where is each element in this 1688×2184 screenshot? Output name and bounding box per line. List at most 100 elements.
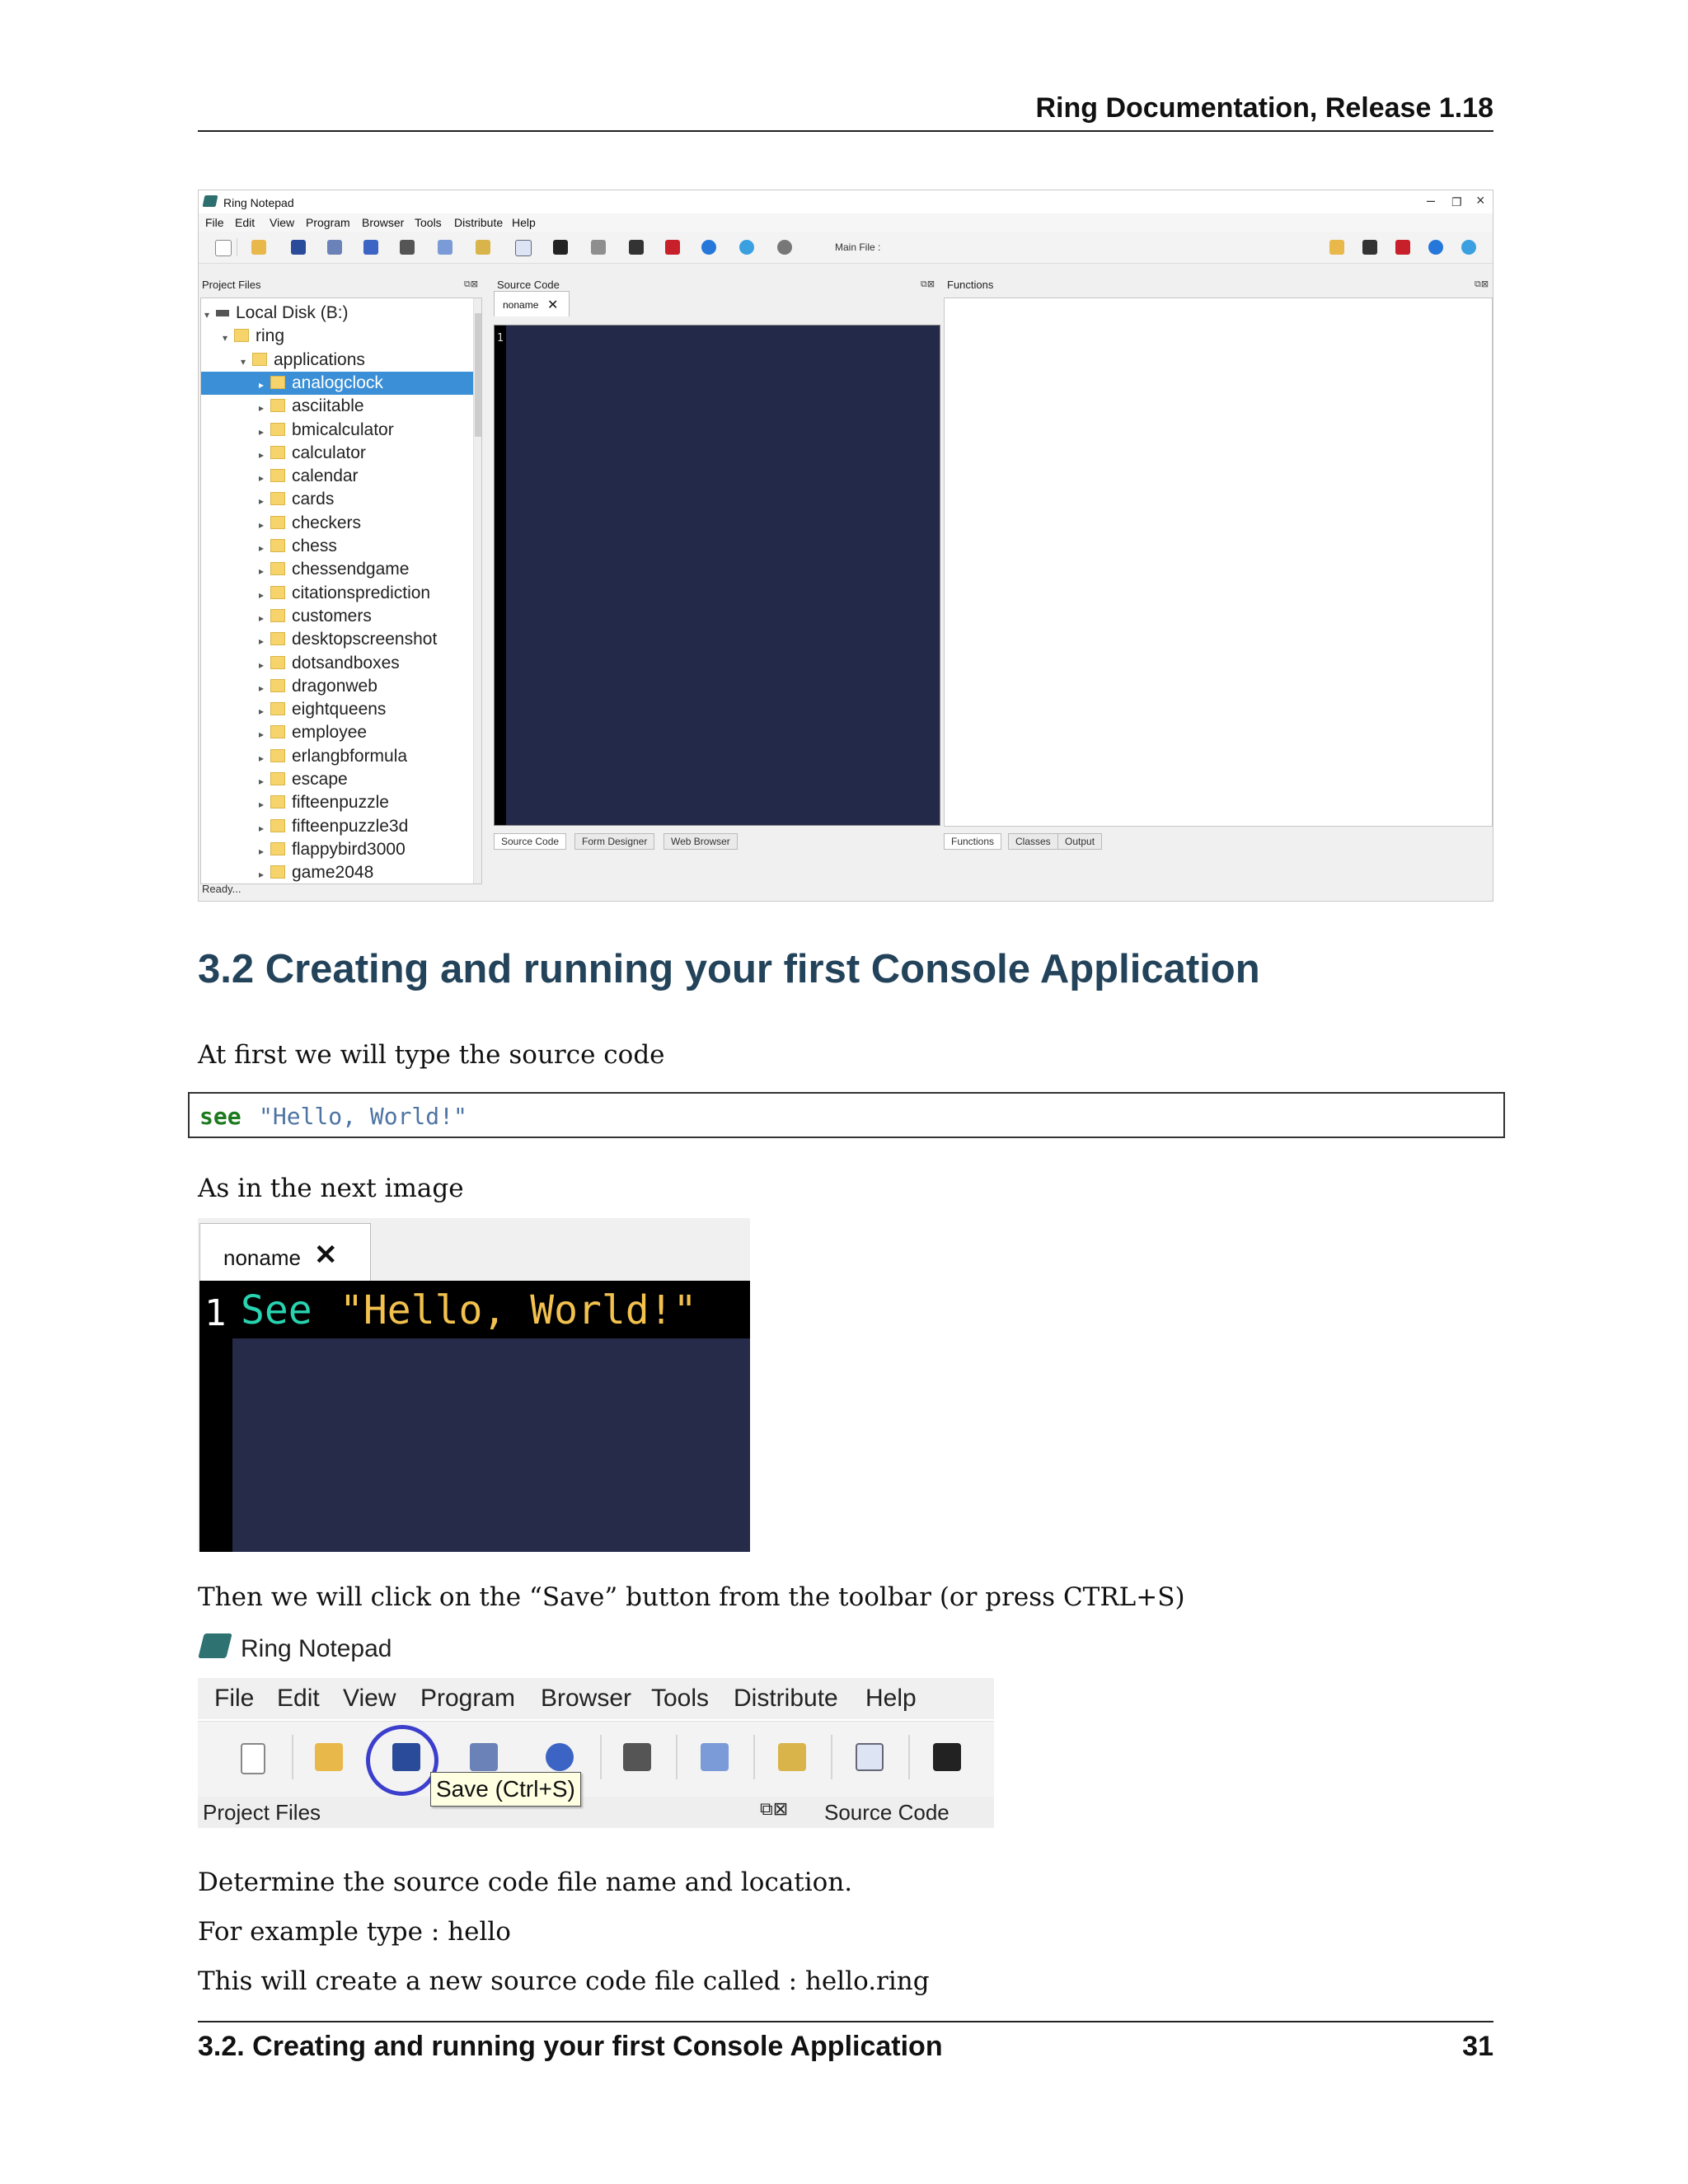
- run-icon[interactable]: [701, 240, 716, 255]
- menu-distribute[interactable]: Distribute: [734, 1685, 838, 1713]
- expanded-arrow-icon[interactable]: ▾: [204, 303, 216, 326]
- menu-file[interactable]: File: [205, 216, 224, 229]
- tree-item[interactable]: ▾ ring: [201, 325, 465, 348]
- undo-icon[interactable]: [546, 1743, 574, 1771]
- tree-item[interactable]: ▸ citationsprediction: [201, 582, 465, 605]
- open-folder-icon[interactable]: [251, 240, 266, 255]
- collapsed-arrow-icon[interactable]: ▸: [259, 420, 270, 443]
- tree-item[interactable]: ▸ fifteenpuzzle3d: [201, 815, 465, 838]
- menu-tools[interactable]: Tools: [651, 1685, 709, 1713]
- collapsed-arrow-icon[interactable]: ▸: [259, 654, 270, 677]
- run-browser-icon[interactable]: [739, 240, 754, 255]
- tree-item[interactable]: ▸ employee: [201, 721, 465, 744]
- cut-icon[interactable]: [623, 1743, 651, 1771]
- color-icon[interactable]: [933, 1743, 961, 1771]
- tree-item[interactable]: ▸ checkers: [201, 512, 465, 535]
- collapsed-arrow-icon[interactable]: ▸: [259, 583, 270, 607]
- collapsed-arrow-icon[interactable]: ▸: [259, 840, 270, 863]
- collapsed-arrow-icon[interactable]: ▸: [259, 630, 270, 653]
- tree-item[interactable]: ▾ Local Disk (B:): [201, 302, 465, 325]
- tree-item[interactable]: ▸ cards: [201, 488, 465, 511]
- copy-icon[interactable]: [701, 1743, 729, 1771]
- tab-classes[interactable]: Classes: [1008, 833, 1058, 850]
- find-icon[interactable]: [629, 240, 644, 255]
- tab-source-code[interactable]: Source Code: [494, 833, 567, 850]
- menu-edit[interactable]: Edit: [235, 216, 255, 229]
- paste-icon[interactable]: [778, 1743, 806, 1771]
- main-debug-icon[interactable]: [1395, 240, 1410, 255]
- collapsed-arrow-icon[interactable]: ▸: [259, 677, 270, 700]
- code-editor[interactable]: 1: [494, 325, 940, 826]
- menu-program[interactable]: Program: [306, 216, 350, 229]
- new-file-icon[interactable]: [215, 240, 232, 256]
- collapsed-arrow-icon[interactable]: ▸: [259, 723, 270, 746]
- debug-icon[interactable]: [665, 240, 680, 255]
- tree-item[interactable]: ▸ flappybird3000: [201, 838, 465, 861]
- collapsed-arrow-icon[interactable]: ▸: [259, 466, 270, 490]
- collapsed-arrow-icon[interactable]: ▸: [259, 373, 270, 396]
- undo-icon[interactable]: [363, 240, 378, 255]
- expanded-arrow-icon[interactable]: ▾: [223, 326, 234, 349]
- tree-item[interactable]: ▸ chessendgame: [201, 558, 465, 581]
- menu-file[interactable]: File: [214, 1685, 254, 1713]
- font-icon[interactable]: [856, 1743, 884, 1771]
- save-as-icon[interactable]: [470, 1743, 498, 1771]
- save-icon[interactable]: [291, 240, 306, 255]
- collapsed-arrow-icon[interactable]: ▸: [259, 607, 270, 630]
- tree-item[interactable]: ▸ asciitable: [201, 395, 465, 418]
- cut-icon[interactable]: [400, 240, 415, 255]
- panel-float-close-icon[interactable]: ⧉⊠: [1475, 279, 1489, 290]
- tree-item[interactable]: ▸ analogclock: [201, 371, 473, 396]
- tree-item[interactable]: ▸ desktopscreenshot: [201, 628, 465, 651]
- collapsed-arrow-icon[interactable]: ▸: [259, 817, 270, 840]
- collapsed-arrow-icon[interactable]: ▸: [259, 443, 270, 466]
- new-file-icon[interactable]: [241, 1743, 265, 1774]
- menu-edit[interactable]: Edit: [277, 1685, 320, 1713]
- collapsed-arrow-icon[interactable]: ▸: [259, 560, 270, 583]
- tree-item[interactable]: ▸ bmicalculator: [201, 419, 465, 442]
- open-folder-icon[interactable]: [315, 1743, 343, 1771]
- main-find-icon[interactable]: [1362, 240, 1377, 255]
- tree-scrollbar[interactable]: [473, 298, 481, 883]
- collapsed-arrow-icon[interactable]: ▸: [259, 537, 270, 560]
- panel-float-close-icon[interactable]: ⧉⊠: [760, 1798, 788, 1820]
- tab-close-icon[interactable]: ✕: [547, 297, 558, 313]
- collapsed-arrow-icon[interactable]: ▸: [259, 513, 270, 537]
- tree-item[interactable]: ▸ customers: [201, 605, 465, 628]
- editor-tab-noname[interactable]: noname ✕: [199, 1223, 371, 1282]
- menu-help[interactable]: Help: [512, 216, 536, 229]
- close-icon[interactable]: ×: [1476, 192, 1485, 209]
- color-icon[interactable]: [553, 240, 568, 255]
- print-icon[interactable]: [591, 240, 606, 255]
- tab-functions[interactable]: Functions: [944, 833, 1002, 850]
- menu-browser[interactable]: Browser: [362, 216, 404, 229]
- editor-tab-noname[interactable]: noname ✕: [494, 291, 570, 316]
- menu-view[interactable]: View: [270, 216, 294, 229]
- tab-close-icon[interactable]: ✕: [314, 1239, 338, 1272]
- tree-item[interactable]: ▸ calendar: [201, 465, 465, 488]
- panel-float-close-icon[interactable]: ⧉⊠: [921, 279, 935, 290]
- collapsed-arrow-icon[interactable]: ▸: [259, 793, 270, 816]
- tree-item[interactable]: ▸ dragonweb: [201, 675, 465, 698]
- collapsed-arrow-icon[interactable]: ▸: [259, 396, 270, 419]
- menu-distribute[interactable]: Distribute: [454, 216, 503, 229]
- expanded-arrow-icon[interactable]: ▾: [241, 350, 252, 373]
- collapsed-arrow-icon[interactable]: ▸: [259, 700, 270, 723]
- tree-item[interactable]: ▸ erlangbformula: [201, 745, 465, 768]
- restore-icon[interactable]: ❐: [1451, 195, 1462, 209]
- menu-program[interactable]: Program: [420, 1685, 515, 1713]
- quit-icon[interactable]: [777, 240, 792, 255]
- collapsed-arrow-icon[interactable]: ▸: [259, 490, 270, 513]
- menu-tools[interactable]: Tools: [415, 216, 442, 229]
- tree-item[interactable]: ▾ applications: [201, 349, 465, 372]
- menu-help[interactable]: Help: [865, 1685, 917, 1713]
- menu-browser[interactable]: Browser: [541, 1685, 631, 1713]
- save-as-icon[interactable]: [327, 240, 342, 255]
- menu-view[interactable]: View: [343, 1685, 396, 1713]
- tab-form-designer[interactable]: Form Designer: [574, 833, 655, 850]
- tree-item[interactable]: ▸ eightqueens: [201, 698, 465, 721]
- tree-item[interactable]: ▸ escape: [201, 768, 465, 791]
- copy-icon[interactable]: [438, 240, 452, 255]
- tree-item[interactable]: ▸ dotsandboxes: [201, 652, 465, 675]
- collapsed-arrow-icon[interactable]: ▸: [259, 863, 270, 883]
